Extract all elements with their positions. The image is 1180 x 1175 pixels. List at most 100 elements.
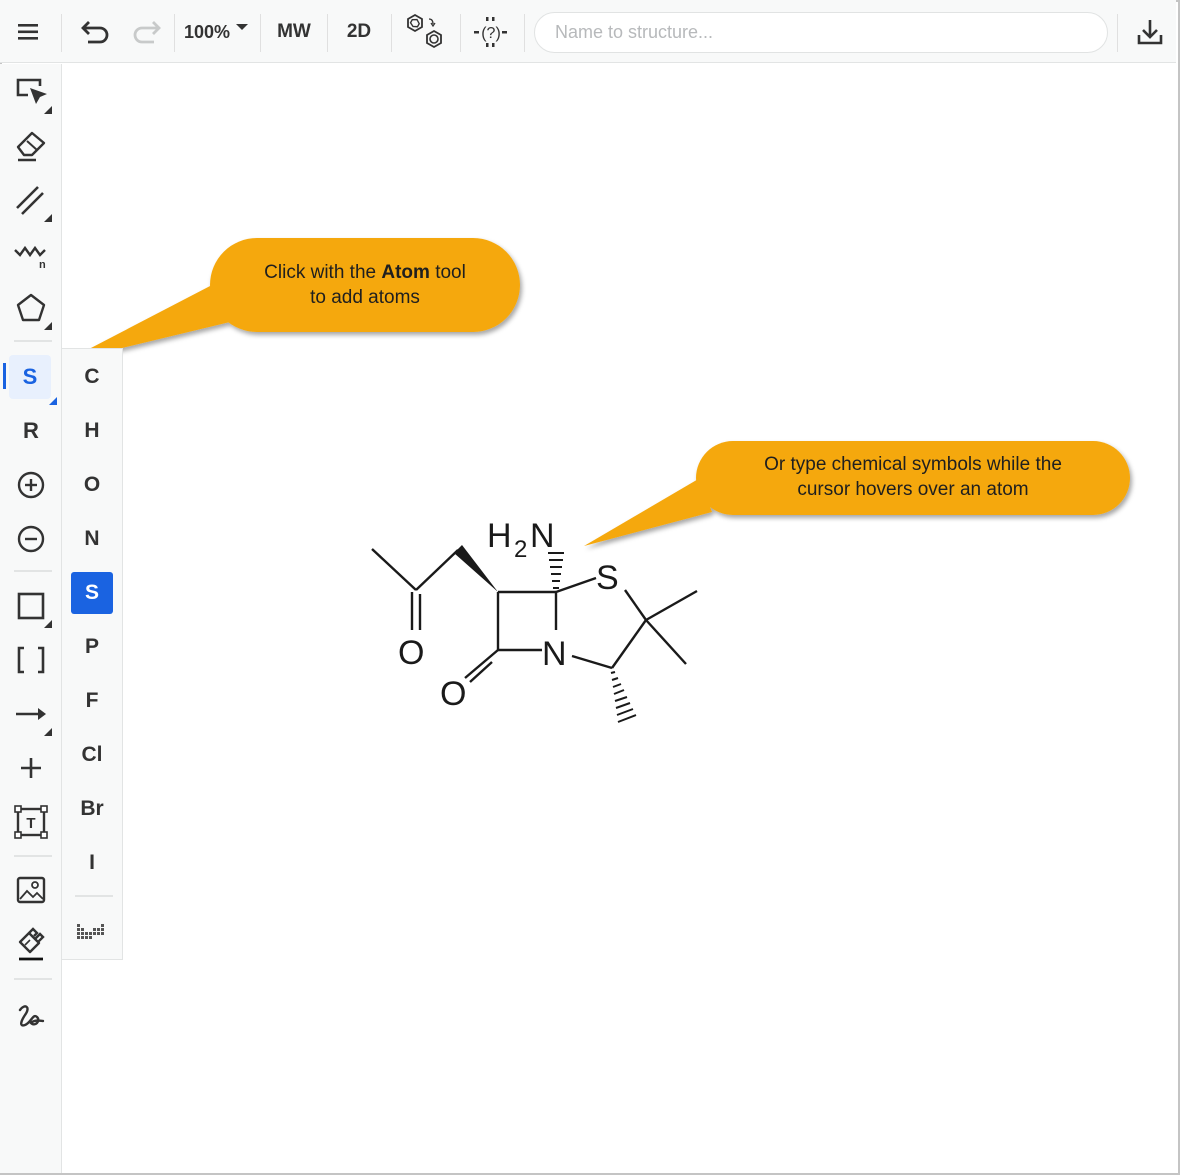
atom-button-o[interactable]: O xyxy=(71,464,113,506)
arrow-icon xyxy=(16,708,46,720)
atom-button-i[interactable]: I xyxy=(71,842,113,884)
bond xyxy=(555,576,597,594)
atom-button-cl[interactable]: Cl xyxy=(71,734,113,776)
palette-divider xyxy=(75,895,113,897)
submenu-indicator xyxy=(44,322,52,330)
atom-button-c[interactable]: C xyxy=(71,356,113,398)
charge-minus-button[interactable] xyxy=(8,517,54,561)
select-arrow-icon xyxy=(16,78,47,104)
top-toolbar: 100% MW 2D (?) xyxy=(0,0,1176,63)
atom-button-n[interactable]: N xyxy=(71,518,113,560)
submenu-indicator xyxy=(49,397,57,405)
atom-tool-button[interactable]: S xyxy=(9,355,57,405)
shape-tool-button[interactable] xyxy=(8,584,54,628)
hashed-bond xyxy=(548,552,564,589)
atom-label-lactam-o: O xyxy=(440,675,466,713)
periodic-table-button[interactable] xyxy=(71,910,113,952)
freehand-icon xyxy=(18,1005,45,1027)
query-atom-button[interactable]: (?) xyxy=(468,10,514,54)
hashed-bond xyxy=(610,671,637,723)
atom-label-ketone-o: O xyxy=(398,634,424,672)
zoom-dropdown[interactable]: 100% xyxy=(184,10,254,54)
bond xyxy=(645,619,687,665)
style-tool-button[interactable] xyxy=(8,922,54,966)
atom-button-p[interactable]: P xyxy=(71,626,113,668)
atom-label-sulfur: S xyxy=(596,559,619,597)
arrow-tool-button[interactable] xyxy=(8,692,54,736)
submenu-indicator xyxy=(44,728,52,736)
toolbar-divider xyxy=(1117,14,1118,52)
periodic-table-icon xyxy=(77,924,104,939)
rgroup-tool-button[interactable]: R xyxy=(8,409,54,453)
atom-button-h[interactable]: H xyxy=(71,410,113,452)
bond xyxy=(371,548,417,591)
image-tool-button[interactable] xyxy=(8,868,54,912)
erase-tool-button[interactable] xyxy=(8,124,54,168)
ring-tool-button[interactable] xyxy=(8,286,54,330)
mw-label: MW xyxy=(277,21,311,42)
charge-plus-icon xyxy=(17,471,45,499)
svg-text:n: n xyxy=(39,259,46,270)
atom-label-subscript: 2 xyxy=(514,536,527,563)
freehand-tool-button[interactable] xyxy=(8,994,54,1038)
chain-icon: n xyxy=(14,245,46,270)
download-button[interactable] xyxy=(1128,10,1172,54)
callout-bold-atom: Atom xyxy=(381,262,430,283)
callout-text-line2: to add atoms xyxy=(310,287,420,308)
undo-icon xyxy=(81,21,109,44)
callout-text-line1: Or type chemical symbols while the xyxy=(764,454,1062,475)
bond xyxy=(645,589,698,622)
query-atom-icon: (?) xyxy=(474,17,507,47)
submenu-indicator xyxy=(44,620,52,628)
callout-type-symbols-text: Or type chemical symbols while the curso… xyxy=(696,452,1130,502)
toolbar-divider xyxy=(460,14,461,52)
toolbar-divider xyxy=(61,14,62,52)
toolbar-divider xyxy=(327,14,328,52)
hamburger-menu-icon xyxy=(18,24,38,40)
menu-button[interactable] xyxy=(8,10,50,54)
atom-label-ring-n: N xyxy=(542,635,567,673)
atom-tool-label: S xyxy=(22,364,38,389)
undo-button[interactable] xyxy=(74,10,118,54)
atom-label-h: H xyxy=(487,517,512,555)
text-tool-button[interactable]: T xyxy=(8,800,54,844)
atom-button-br[interactable]: Br xyxy=(71,788,113,830)
eraser-icon xyxy=(16,131,46,162)
atom-label-amine-n: N xyxy=(530,517,555,555)
toolbar-divider xyxy=(14,570,52,572)
toolbar-divider xyxy=(524,14,525,52)
pentagon-icon xyxy=(16,293,46,322)
structure-cleanup-icon xyxy=(407,13,442,49)
bond xyxy=(571,654,613,670)
toolbar-divider xyxy=(260,14,261,52)
atom-palette: C H O N S P F Cl Br I xyxy=(62,348,123,960)
svg-text:(?): (?) xyxy=(481,25,501,42)
zoom-level: 100% xyxy=(184,21,231,42)
toolbar-divider xyxy=(14,855,52,857)
bond-tool-button[interactable] xyxy=(8,178,54,222)
toolbar-divider xyxy=(14,340,52,342)
toolbar-divider xyxy=(391,14,392,52)
svg-text:T: T xyxy=(26,815,35,832)
plus-tool-button[interactable] xyxy=(8,746,54,790)
paint-brush-icon xyxy=(18,927,45,961)
callout-text-part: tool xyxy=(429,262,466,283)
atom-button-s[interactable]: S xyxy=(71,572,113,614)
plus-icon xyxy=(21,758,41,778)
structure-cleanup-button[interactable] xyxy=(400,10,450,54)
sgroup-tool-button[interactable] xyxy=(8,638,54,682)
molecule-drawing: H 2 N S N O O xyxy=(64,238,1130,723)
2d-label: 2D xyxy=(346,21,372,42)
molecular-weight-button[interactable]: MW xyxy=(268,10,320,54)
select-tool-button[interactable] xyxy=(8,70,54,114)
clean-2d-button[interactable]: 2D xyxy=(336,10,382,54)
name-to-structure-input[interactable] xyxy=(534,12,1108,53)
submenu-indicator xyxy=(44,106,52,114)
atom-button-f[interactable]: F xyxy=(71,680,113,722)
redo-button[interactable] xyxy=(124,10,168,54)
bond xyxy=(624,589,647,621)
toolbar-divider xyxy=(14,978,52,980)
drawing-canvas[interactable]: H 2 N S N O O xyxy=(63,64,1176,1173)
chain-tool-button[interactable]: n xyxy=(8,232,54,276)
charge-plus-button[interactable] xyxy=(8,463,54,507)
